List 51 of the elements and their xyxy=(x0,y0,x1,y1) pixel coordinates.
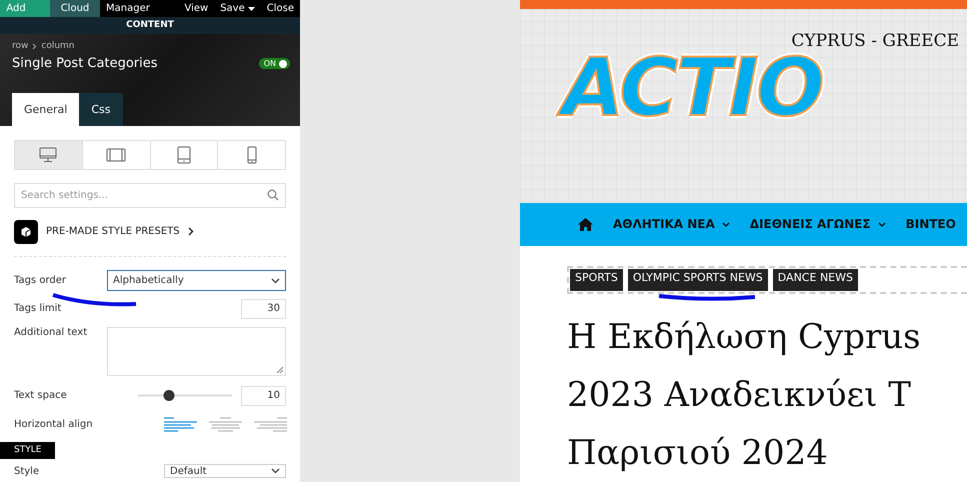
category-tag[interactable]: OLYMPIC SPORTS NEWS xyxy=(628,269,768,291)
toolbar-button[interactable]: Cloud xyxy=(50,0,100,17)
align-left-icon[interactable] xyxy=(164,417,197,432)
chevron-down-icon xyxy=(878,222,886,227)
setting-label: Style xyxy=(14,466,40,476)
nav-link[interactable]: ΔΙΕΘΝΕΙΣ ΑΓΩΝΕΣ xyxy=(750,217,886,232)
desktop-view-button[interactable] xyxy=(15,141,82,169)
caret-icon xyxy=(248,6,255,10)
toolbar-button[interactable]: Manager xyxy=(100,0,156,17)
dropdown[interactable]: Default xyxy=(164,464,286,478)
monitor-icon xyxy=(39,147,58,163)
nav-link[interactable]: ΒΙΝΤΕΟ xyxy=(906,217,956,232)
category-tag[interactable]: DANCE NEWS xyxy=(772,269,858,291)
category-tag[interactable]: SPORTS xyxy=(570,269,623,291)
setting-label: Horizontal align xyxy=(14,419,94,430)
resize-grip-icon[interactable] xyxy=(276,366,284,374)
tab[interactable]: Css xyxy=(79,93,123,126)
presets-link[interactable]: PRE-MADE STYLE PRESETS xyxy=(46,226,180,237)
chevron-down-icon xyxy=(271,278,280,284)
tablet-view-button[interactable] xyxy=(150,141,218,169)
module-title: Single Post Categories xyxy=(12,56,158,71)
chevron-down-icon xyxy=(722,222,730,227)
chevron-icon xyxy=(32,42,38,50)
search-field[interactable]: Search settings... xyxy=(14,183,286,208)
toolbar-button[interactable]: View xyxy=(178,0,214,17)
site-tagline: CYPRUS - GREECE xyxy=(791,31,959,52)
search-icon xyxy=(267,189,279,201)
number-field[interactable]: 10 xyxy=(241,386,286,406)
chevron-icon xyxy=(188,227,194,236)
breadcrumb-link[interactable]: column xyxy=(41,41,75,51)
article-headline: Η Εκδήλωση Cyprus 2023 Αναδεικνύει Τ Παρισιού 2024 xyxy=(567,316,922,475)
section-heading: CONTENT xyxy=(0,17,300,34)
tablet-landscape-icon xyxy=(106,148,126,162)
cube-icon xyxy=(14,220,38,244)
nav-link[interactable]: ΑΘΛΗΤΙΚΑ ΝΕΑ xyxy=(613,217,730,232)
toolbar-button[interactable]: Close xyxy=(260,0,300,17)
tablet-icon xyxy=(176,146,191,164)
breadcrumb-link[interactable]: row xyxy=(12,41,28,51)
dropdown[interactable]: Alphabetically xyxy=(107,270,286,291)
setting-label: Tags order xyxy=(14,275,67,286)
tab[interactable]: General xyxy=(12,93,80,126)
toolbar-button[interactable]: Save xyxy=(214,0,261,17)
toggle-switch[interactable]: ON xyxy=(258,58,290,69)
setting-label: Text space xyxy=(14,390,68,401)
section-heading: STYLE xyxy=(0,442,55,459)
setting-label: Tags limit xyxy=(14,303,62,314)
home-icon[interactable] xyxy=(578,218,593,231)
chevron-down-icon xyxy=(271,468,280,474)
number-field[interactable]: 30 xyxy=(241,298,286,318)
phone-icon xyxy=(246,146,257,164)
setting-label: Additional text xyxy=(14,327,88,338)
